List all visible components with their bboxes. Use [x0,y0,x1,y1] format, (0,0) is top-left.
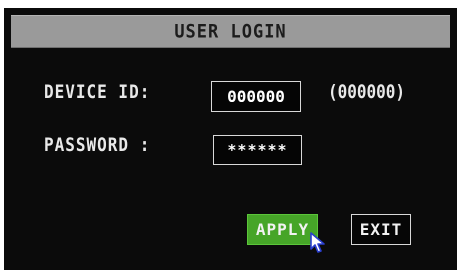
dialog-title: USER LOGIN [174,20,287,43]
mouse-pointer-icon [310,232,325,253]
screen: USER LOGIN DEVICE ID: 000000 (000000) PA… [0,0,465,279]
device-id-hint: (000000) [328,80,406,103]
title-bar: USER LOGIN [11,15,450,48]
password-field[interactable]: ****** [213,135,302,165]
apply-button[interactable]: APPLY [247,214,318,245]
device-id-field[interactable]: 000000 [211,81,301,112]
device-id-label: DEVICE ID: [44,80,151,103]
password-label: PASSWORD : [44,133,151,156]
exit-button[interactable]: EXIT [351,214,411,245]
user-login-dialog: USER LOGIN DEVICE ID: 000000 (000000) PA… [4,8,457,270]
